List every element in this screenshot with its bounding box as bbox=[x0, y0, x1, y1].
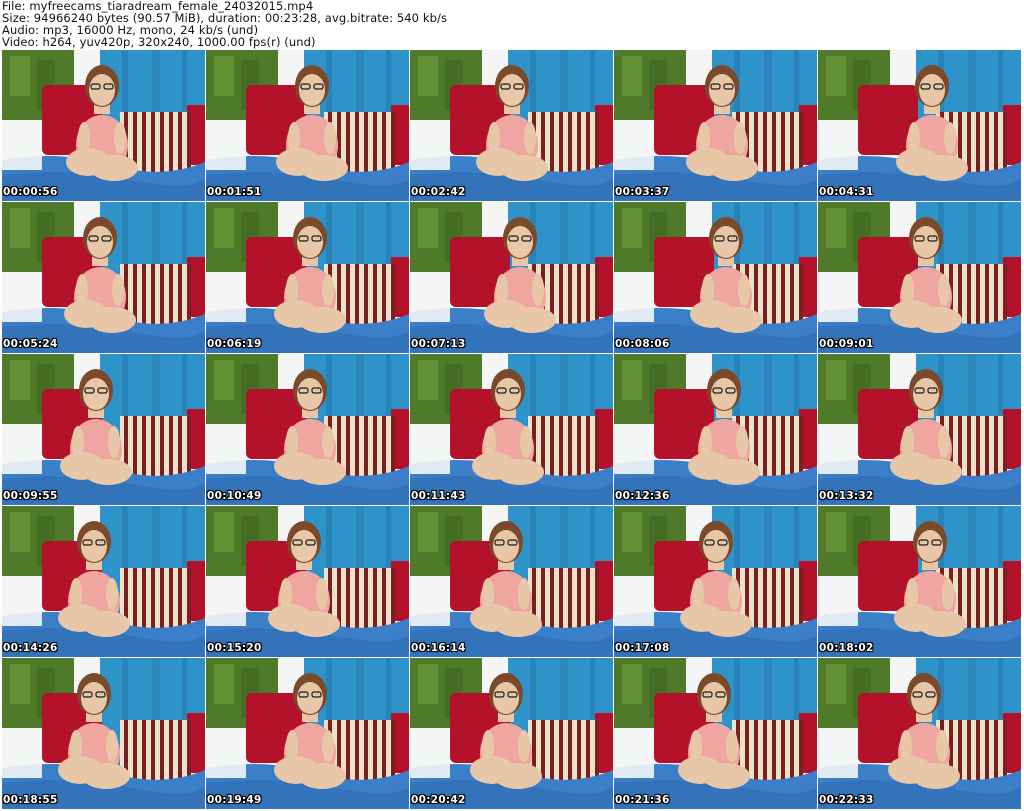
thumbnail-scene bbox=[614, 506, 817, 657]
thumbnail-scene bbox=[818, 50, 1021, 201]
timestamp-label: 00:05:24 bbox=[3, 338, 58, 350]
file-info-header: File: myfreecams_tiaradream_female_24032… bbox=[2, 0, 1022, 50]
thumbnail-grid: 00:00:56 00:01:51 00:02:42 00:03:37 00:04:31… bbox=[2, 50, 1022, 810]
thumbnail-scene bbox=[614, 354, 817, 505]
thumbnail-scene bbox=[410, 354, 613, 505]
timestamp-label: 00:04:31 bbox=[819, 186, 874, 198]
video-thumbnail[interactable]: 00:22:33 bbox=[818, 658, 1021, 809]
video-thumbnail[interactable]: 00:14:26 bbox=[2, 506, 205, 657]
video-thumbnail[interactable]: 00:01:51 bbox=[206, 50, 409, 201]
video-thumbnail[interactable]: 00:10:49 bbox=[206, 354, 409, 505]
video-thumbnail[interactable]: 00:04:31 bbox=[818, 50, 1021, 201]
video-thumbnail[interactable]: 00:02:42 bbox=[410, 50, 613, 201]
timestamp-label: 00:12:36 bbox=[615, 490, 670, 502]
thumbnail-scene bbox=[410, 658, 613, 809]
thumbnail-scene bbox=[2, 202, 205, 353]
timestamp-label: 00:07:13 bbox=[411, 338, 466, 350]
thumbnail-scene bbox=[614, 658, 817, 809]
video-thumbnail[interactable]: 00:03:37 bbox=[614, 50, 817, 201]
thumbnail-scene bbox=[2, 506, 205, 657]
timestamp-label: 00:10:49 bbox=[207, 490, 262, 502]
timestamp-label: 00:13:32 bbox=[819, 490, 874, 502]
video-thumbnail[interactable]: 00:09:55 bbox=[2, 354, 205, 505]
video-thumbnail[interactable]: 00:05:24 bbox=[2, 202, 205, 353]
timestamp-label: 00:18:55 bbox=[3, 794, 58, 806]
timestamp-label: 00:08:06 bbox=[615, 338, 670, 350]
timestamp-label: 00:22:33 bbox=[819, 794, 874, 806]
thumbnail-scene bbox=[206, 202, 409, 353]
timestamp-label: 00:21:36 bbox=[615, 794, 670, 806]
video-thumbnail[interactable]: 00:11:43 bbox=[410, 354, 613, 505]
video-thumbnail[interactable]: 00:08:06 bbox=[614, 202, 817, 353]
timestamp-label: 00:14:26 bbox=[3, 642, 58, 654]
thumbnail-scene bbox=[614, 50, 817, 201]
video-thumbnail[interactable]: 00:19:49 bbox=[206, 658, 409, 809]
thumbnail-scene bbox=[614, 202, 817, 353]
video-thumbnail[interactable]: 00:18:02 bbox=[818, 506, 1021, 657]
video-thumbnail[interactable]: 00:06:19 bbox=[206, 202, 409, 353]
thumbnail-scene bbox=[818, 354, 1021, 505]
thumbnail-scene bbox=[2, 354, 205, 505]
timestamp-label: 00:11:43 bbox=[411, 490, 466, 502]
thumbnail-scene bbox=[410, 202, 613, 353]
video-thumbnail[interactable]: 00:07:13 bbox=[410, 202, 613, 353]
video-thumbnail[interactable]: 00:16:14 bbox=[410, 506, 613, 657]
timestamp-label: 00:06:19 bbox=[207, 338, 262, 350]
thumbnail-scene bbox=[818, 658, 1021, 809]
video-thumbnail[interactable]: 00:20:42 bbox=[410, 658, 613, 809]
thumbnail-scene bbox=[2, 50, 205, 201]
thumbnail-scene bbox=[410, 506, 613, 657]
thumbnail-scene bbox=[818, 506, 1021, 657]
timestamp-label: 00:15:20 bbox=[207, 642, 262, 654]
thumbnail-scene bbox=[206, 506, 409, 657]
video-thumbnail[interactable]: 00:13:32 bbox=[818, 354, 1021, 505]
timestamp-label: 00:18:02 bbox=[819, 642, 874, 654]
video-thumbnail[interactable]: 00:09:01 bbox=[818, 202, 1021, 353]
timestamp-label: 00:09:55 bbox=[3, 490, 58, 502]
thumbnail-scene bbox=[410, 50, 613, 201]
thumbnail-scene bbox=[2, 658, 205, 809]
timestamp-label: 00:19:49 bbox=[207, 794, 262, 806]
timestamp-label: 00:09:01 bbox=[819, 338, 874, 350]
thumbnail-scene bbox=[206, 50, 409, 201]
timestamp-label: 00:01:51 bbox=[207, 186, 262, 198]
video-thumbnail[interactable]: 00:00:56 bbox=[2, 50, 205, 201]
timestamp-label: 00:16:14 bbox=[411, 642, 466, 654]
video-thumbnail[interactable]: 00:12:36 bbox=[614, 354, 817, 505]
timestamp-label: 00:03:37 bbox=[615, 186, 670, 198]
video-thumbnail[interactable]: 00:21:36 bbox=[614, 658, 817, 809]
video-thumbnail[interactable]: 00:15:20 bbox=[206, 506, 409, 657]
thumbnail-scene bbox=[206, 658, 409, 809]
timestamp-label: 00:02:42 bbox=[411, 186, 466, 198]
video-thumbnail[interactable]: 00:17:08 bbox=[614, 506, 817, 657]
thumbnail-scene bbox=[818, 202, 1021, 353]
thumbnail-scene bbox=[206, 354, 409, 505]
timestamp-label: 00:17:08 bbox=[615, 642, 670, 654]
video-info-text: Video: h264, yuv420p, 320x240, 1000.00 f… bbox=[2, 35, 316, 49]
timestamp-label: 00:00:56 bbox=[3, 186, 58, 198]
video-thumbnail[interactable]: 00:18:55 bbox=[2, 658, 205, 809]
timestamp-label: 00:20:42 bbox=[411, 794, 466, 806]
